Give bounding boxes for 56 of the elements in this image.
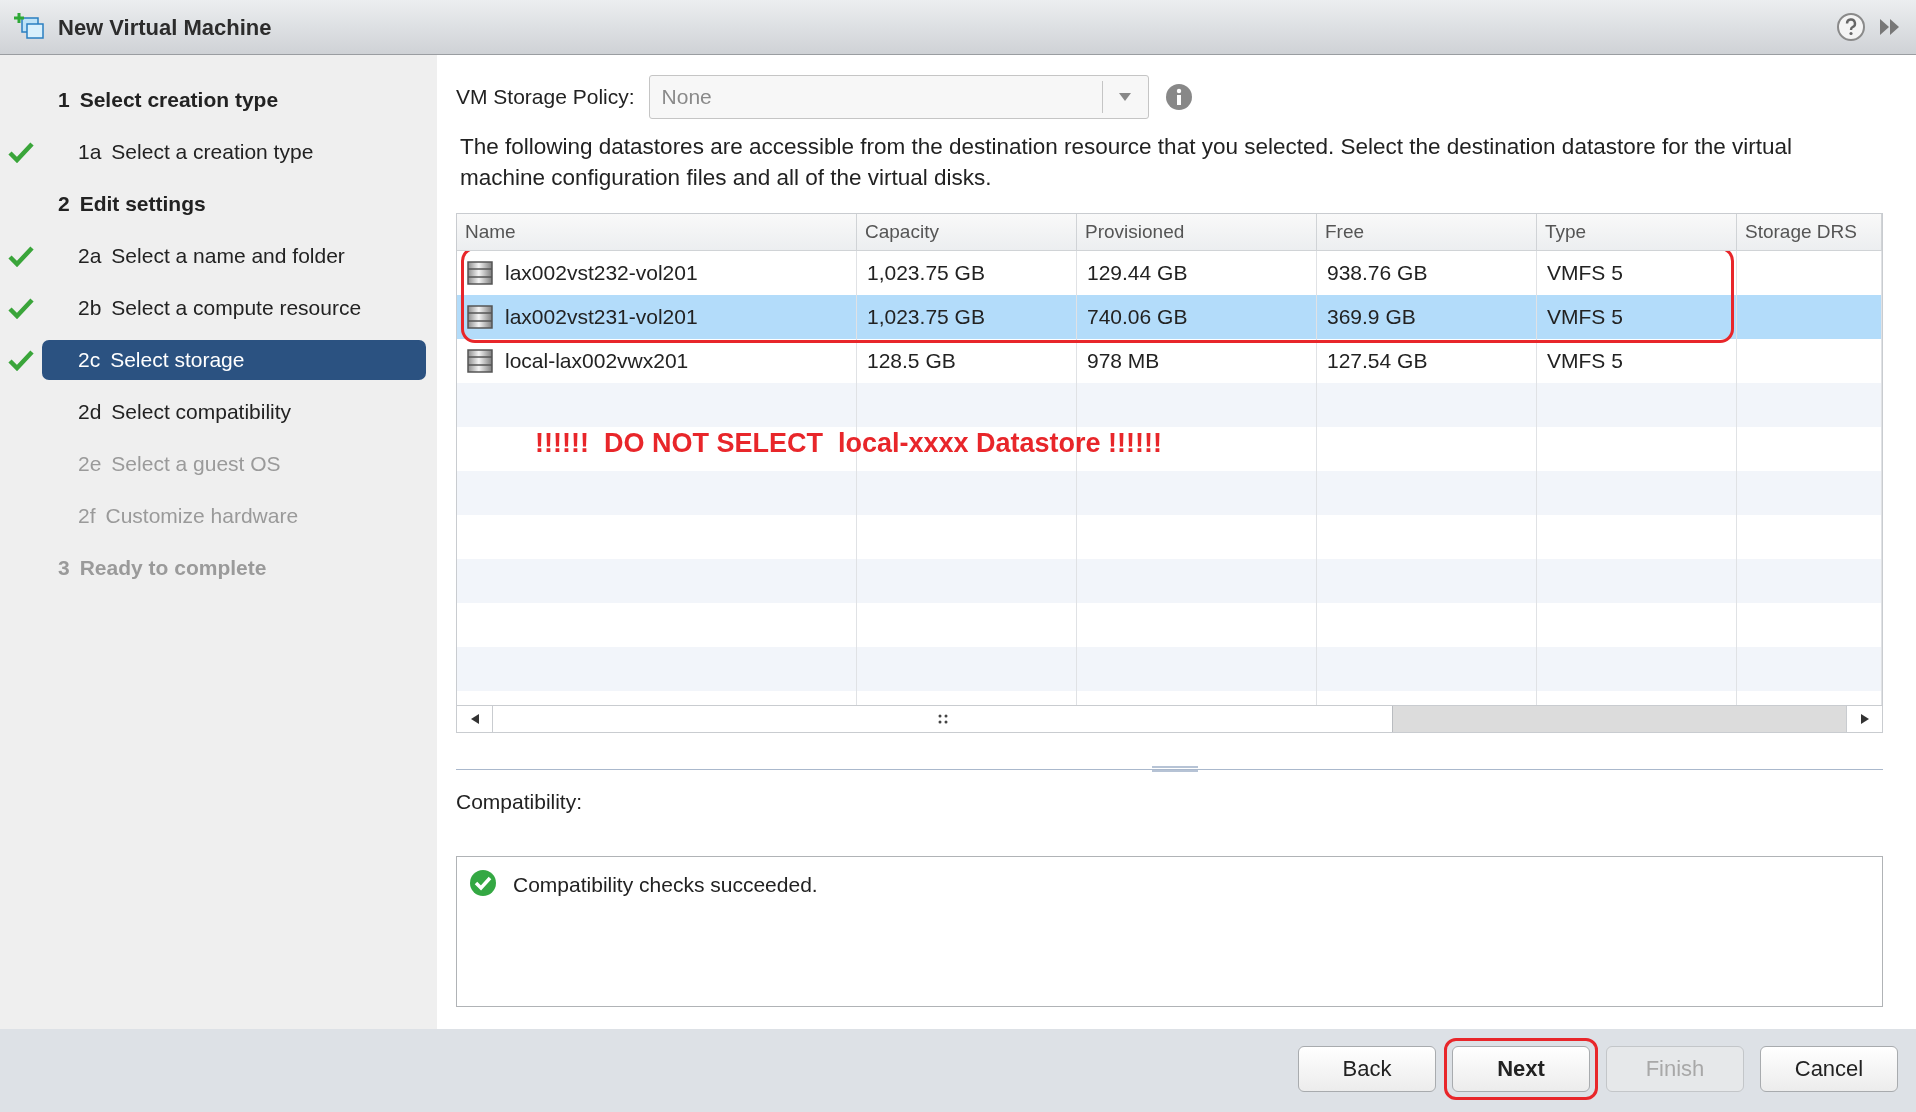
column-header[interactable]: Provisioned [1077,214,1317,250]
column-header[interactable]: Capacity [857,214,1077,250]
compatibility-label: Compatibility: [456,789,584,815]
table-cell-text: 129.44 GB [1087,260,1188,287]
window-title: New Virtual Machine [58,13,272,42]
scrollbar-thumb[interactable] [493,706,1393,732]
table-cell-text: VMFS 5 [1547,348,1623,375]
table-cell-text: 128.5 GB [867,348,956,375]
wizard-step[interactable]: 2c Select storage [42,340,426,380]
column-header[interactable]: Name [457,214,857,250]
wizard-step[interactable]: 2 Edit settings [42,184,426,224]
scroll-left-icon[interactable] [470,714,479,724]
table-cell-text: lax002vst231-vol201 [505,304,698,331]
datastore-icon [467,261,493,285]
wizard-step[interactable]: 2d Select compatibility [42,392,426,432]
splitter-handle[interactable] [1152,765,1198,773]
wizard-step[interactable]: 1 Select creation type [42,80,426,120]
storage-policy-label: VM Storage Policy: [456,84,635,111]
datastore-icon [467,349,493,373]
table-cell-text: 369.9 GB [1327,304,1416,331]
help-icon[interactable] [1836,12,1866,42]
wizard-button: Finish [1606,1045,1744,1092]
caret-icon [1119,93,1132,101]
wizard-button[interactable]: Next [1452,1045,1590,1092]
table-cell-text: 740.06 GB [1087,304,1188,331]
wizard-step: 3 Ready to complete [42,548,426,588]
description-text: The following datastores are accessible from the destination resource that you selected. Select the destination datastore for the virtual machine configuration files and all of the virtual disks. [459,133,1793,192]
wizard-step[interactable]: 1a Select a creation type [42,132,426,172]
horizontal-scrollbar[interactable] [457,705,1882,732]
table-cell-text: VMFS 5 [1547,260,1623,287]
virtual-machine-icon [14,12,46,42]
wizard-step[interactable]: 2a Select a name and folder [42,236,426,276]
table-cell-text: 1,023.75 GB [867,260,985,287]
table-cell-text: VMFS 5 [1547,304,1623,331]
datastore-icon [467,305,493,329]
wizard-step: 2f Customize hardware [42,496,426,536]
table-cell-text: lax002vst232-vol201 [505,260,698,287]
info-icon[interactable] [1164,83,1193,111]
warning-annotation: !!!!!! DO NOT SELECT local-xxxx Datastore !!!!!! [535,427,1163,460]
wizard-step[interactable]: 2b Select a compute resource [42,288,426,328]
table-cell-text: 1,023.75 GB [867,304,985,331]
column-header[interactable]: Storage DRS [1737,214,1882,250]
wizard-step: 2e Select a guest OS [42,444,426,484]
table-cell-text: 978 MB [1087,348,1160,375]
compatibility-message: Compatibility checks succeeded. [513,871,818,898]
wizard-button[interactable]: Back [1298,1045,1436,1092]
column-header[interactable]: Free [1317,214,1537,250]
table-cell-text: 938.76 GB [1327,260,1428,287]
grip-icon [937,714,948,724]
wizard-button[interactable]: Cancel [1760,1045,1898,1092]
column-header[interactable]: Type [1537,214,1737,250]
table-row[interactable]: lax002vst231-vol201 1,023.75 GB 740.06 GB 369.9 GB VMFS 5 [457,295,1882,339]
dropdown-value: None [660,84,713,111]
table-cell-text: local-lax002vwx201 [505,348,689,375]
table-cell-text: 127.54 GB [1327,348,1428,375]
scroll-right-icon[interactable] [1860,714,1869,724]
